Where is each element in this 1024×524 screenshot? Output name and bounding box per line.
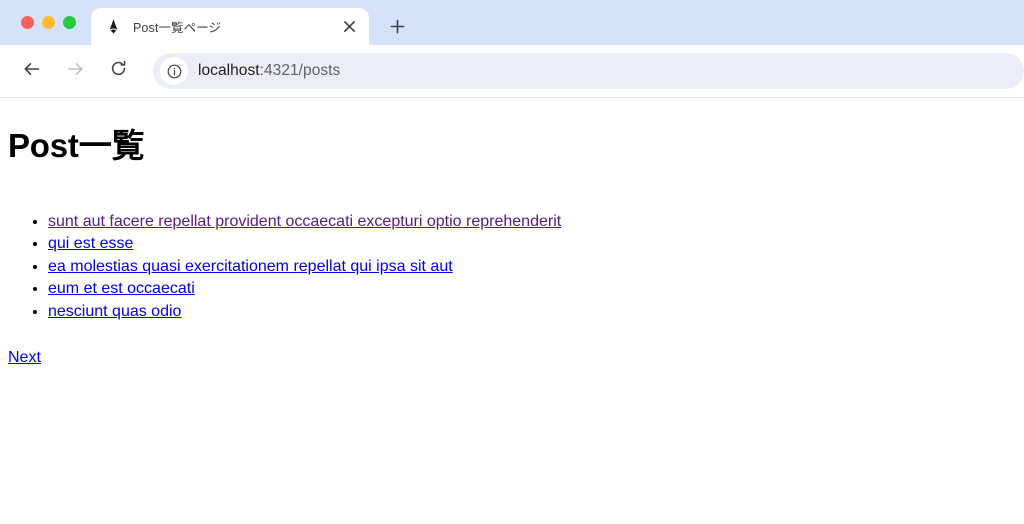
window-controls (0, 0, 88, 45)
forward-button (59, 55, 91, 87)
tab-title: Post一覧ページ (133, 21, 222, 35)
page-title: Post一覧 (8, 127, 145, 164)
pagination: Next (8, 323, 1016, 367)
page-viewport: Post一覧 sunt aut facere repellat providen… (0, 98, 1024, 524)
arrow-left-icon (22, 59, 42, 84)
page-document: Post一覧 sunt aut facere repellat providen… (0, 98, 1024, 375)
url-path: :4321/posts (259, 62, 341, 79)
post-link[interactable]: qui est esse (48, 235, 133, 252)
address-bar[interactable]: localhost:4321/posts (153, 53, 1024, 89)
tab-strip: Post一覧ページ (0, 0, 1024, 45)
window-minimize-button[interactable] (42, 16, 55, 29)
arrow-right-icon (65, 59, 85, 84)
reload-button[interactable] (102, 55, 134, 87)
post-link[interactable]: eum et est occaecati (48, 280, 195, 297)
post-list: sunt aut facere repellat provident occae… (8, 211, 1016, 324)
browser-toolbar: localhost:4321/posts (0, 45, 1024, 98)
astro-logo-icon (105, 18, 122, 35)
close-icon[interactable] (339, 17, 359, 37)
window-zoom-button[interactable] (63, 16, 76, 29)
list-item: sunt aut facere repellat provident occae… (48, 211, 1016, 234)
post-link[interactable]: nesciunt quas odio (48, 303, 181, 320)
list-item: ea molestias quasi exercitationem repell… (48, 256, 1016, 279)
list-item: nesciunt quas odio (48, 301, 1016, 324)
browser-window: Post一覧ページ localhost:4321/posts Post一覧 • … (0, 0, 1024, 524)
url-host: localhost (198, 62, 260, 79)
new-tab-button[interactable] (383, 12, 411, 40)
address-bar-text: localhost:4321/posts (198, 62, 340, 80)
list-item: eum et est occaecati (48, 278, 1016, 301)
browser-tab[interactable]: Post一覧ページ (91, 8, 369, 45)
reload-icon (109, 59, 128, 83)
post-link[interactable]: sunt aut facere repellat provident occae… (48, 213, 561, 230)
info-circle-icon[interactable] (160, 57, 188, 85)
list-item: qui est esse (48, 233, 1016, 256)
post-link[interactable]: ea molestias quasi exercitationem repell… (48, 258, 453, 275)
next-page-link[interactable]: Next (8, 349, 41, 367)
back-button[interactable] (16, 55, 48, 87)
window-close-button[interactable] (21, 16, 34, 29)
